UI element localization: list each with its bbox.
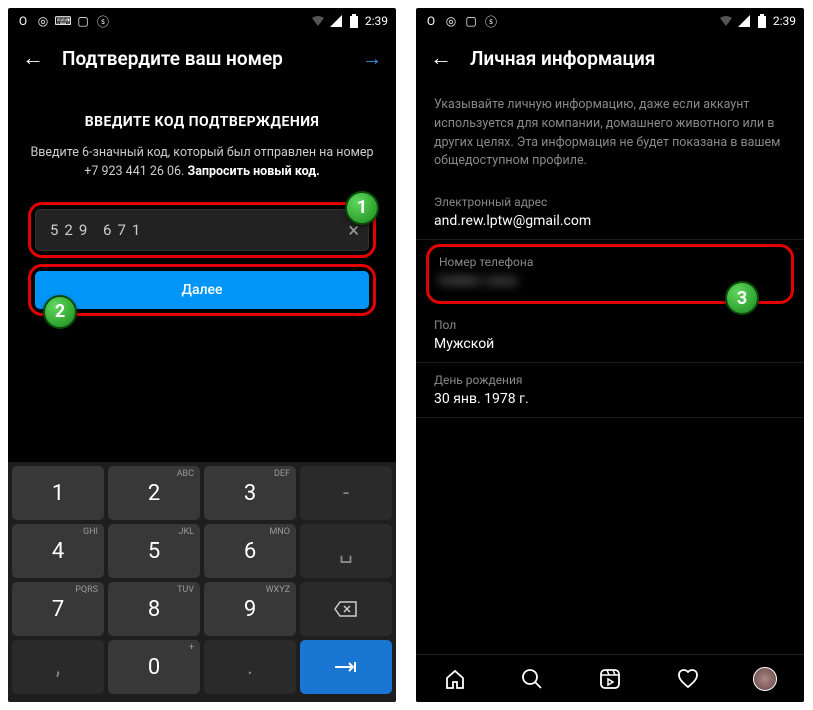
key-enter[interactable] <box>300 640 392 694</box>
key-1[interactable]: 1 <box>12 466 104 520</box>
forward-icon[interactable]: → <box>362 46 382 71</box>
key-2[interactable]: ABC2 <box>108 466 200 520</box>
heart-icon[interactable] <box>676 667 700 691</box>
key-3[interactable]: DEF3 <box>204 466 296 520</box>
birthday-label: День рождения <box>434 373 786 387</box>
battery-icon <box>347 14 361 28</box>
email-label: Электронный адрес <box>434 195 786 209</box>
shazam-icon: ⓢ <box>96 14 110 28</box>
page-title: Подтвердите ваш номер <box>62 47 283 70</box>
key-5[interactable]: JKL5 <box>108 524 200 578</box>
code-input-highlight: 529 671 × 1 <box>28 202 376 258</box>
screen-personal-info: O ◎ ▢ ⓢ 2:39 ← Личная информация Указыва… <box>416 8 804 702</box>
header: ← Подтвердите ваш номер → <box>8 34 396 82</box>
opera-icon: O <box>16 14 30 28</box>
gender-field[interactable]: Пол Мужской <box>416 308 804 363</box>
gender-value: Мужской <box>434 336 786 352</box>
birthday-field[interactable]: День рождения 30 янв. 1978 г. <box>416 363 804 418</box>
key-period[interactable]: . <box>204 640 296 694</box>
gender-label: Пол <box>434 318 786 332</box>
wifi-icon <box>311 14 325 28</box>
badge-1: 1 <box>345 191 379 225</box>
back-icon[interactable]: ← <box>430 45 452 71</box>
reels-icon[interactable] <box>598 667 622 691</box>
description: Указывайте личную информацию, даже если … <box>416 82 804 185</box>
key-minus[interactable]: - <box>300 466 392 520</box>
email-field[interactable]: Электронный адрес and.rew.lptw@gmail.com <box>416 185 804 240</box>
search-icon[interactable] <box>520 667 544 691</box>
wifi-icon <box>719 14 733 28</box>
screen-verify-number: O ◎ ⌨ ▢ ⓢ 2:39 ← Подтвердите ваш номер →… <box>8 8 396 702</box>
content: ВВЕДИТЕ КОД ПОДТВЕРЖДЕНИЯ Введите 6-знач… <box>8 82 396 330</box>
instagram-icon: ◎ <box>444 14 458 28</box>
battery-icon <box>755 14 769 28</box>
back-icon[interactable]: ← <box>22 45 44 71</box>
key-comma[interactable]: , <box>12 640 104 694</box>
signal-icon <box>737 14 751 28</box>
tv-icon: ▢ <box>464 14 478 28</box>
home-icon[interactable] <box>443 667 467 691</box>
signal-icon <box>329 14 343 28</box>
clock: 2:39 <box>365 14 388 28</box>
phone-label: Номер телефона <box>439 255 781 269</box>
key-7[interactable]: PQRS7 <box>12 582 104 636</box>
bottom-nav <box>416 654 804 702</box>
code-input[interactable]: 529 671 <box>35 209 369 251</box>
header: ← Личная информация <box>416 34 804 82</box>
birthday-value: 30 янв. 1978 г. <box>434 391 786 407</box>
status-bar: O ◎ ▢ ⓢ 2:39 <box>416 8 804 34</box>
key-backspace[interactable] <box>300 582 392 636</box>
heading: ВВЕДИТЕ КОД ПОДТВЕРЖДЕНИЯ <box>28 114 376 130</box>
keyboard-icon: ⌨ <box>56 14 70 28</box>
page-title: Личная информация <box>470 47 655 70</box>
email-value: and.rew.lptw@gmail.com <box>434 213 786 229</box>
key-0[interactable]: +0 <box>108 640 200 694</box>
instruction: Введите 6-значный код, который был отпра… <box>28 144 376 182</box>
status-bar: O ◎ ⌨ ▢ ⓢ 2:39 <box>8 8 396 34</box>
next-button[interactable]: Далее <box>35 271 369 309</box>
opera-icon: O <box>424 14 438 28</box>
key-space[interactable]: ␣ <box>300 524 392 578</box>
instagram-icon: ◎ <box>36 14 50 28</box>
badge-2: 2 <box>43 295 77 329</box>
key-9[interactable]: WXYZ9 <box>204 582 296 636</box>
badge-3: 3 <box>725 281 759 315</box>
profile-avatar[interactable] <box>753 667 777 691</box>
clock: 2:39 <box>773 14 796 28</box>
next-button-highlight: Далее 2 <box>28 264 376 316</box>
shazam-icon: ⓢ <box>484 14 498 28</box>
key-6[interactable]: MNO6 <box>204 524 296 578</box>
phone-field-highlight: Номер телефона hidden value 3 <box>426 244 794 304</box>
numeric-keyboard: 1 ABC2 DEF3 - GHI4 JKL5 MNO6 ␣ PQRS7 TUV… <box>8 462 396 702</box>
tv-icon: ▢ <box>76 14 90 28</box>
key-4[interactable]: GHI4 <box>12 524 104 578</box>
key-8[interactable]: TUV8 <box>108 582 200 636</box>
